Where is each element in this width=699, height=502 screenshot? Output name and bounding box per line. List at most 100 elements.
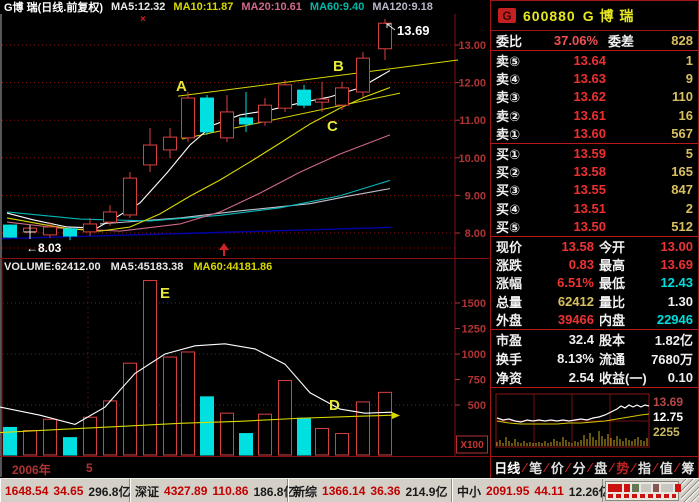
quote-info-row: 换手8.13%流通7680万 bbox=[491, 349, 698, 368]
index-change: 36.36 bbox=[370, 484, 400, 498]
level-price[interactable]: 13.58 bbox=[540, 164, 606, 179]
tab-笔[interactable]: 笔 bbox=[529, 458, 542, 477]
info-label: 现价 bbox=[496, 237, 532, 256]
vol-ma60-line bbox=[0, 415, 392, 432]
ask-row[interactable]: 卖②13.6116 bbox=[491, 106, 698, 124]
level-qty[interactable]: 847 bbox=[610, 182, 693, 197]
level-qty[interactable]: 9 bbox=[610, 71, 693, 86]
tab-盘[interactable]: 盘 bbox=[594, 458, 607, 477]
index-section[interactable]: 新综1366.1436.36214.9亿 bbox=[288, 479, 452, 502]
info-value: 7680万 bbox=[639, 349, 693, 368]
market-heat-indicator bbox=[605, 481, 679, 501]
tab-separator-icon: ∕ bbox=[676, 460, 678, 475]
bid-row[interactable]: 买③13.55 847 bbox=[491, 181, 698, 199]
level-qty[interactable]: 16 bbox=[610, 108, 693, 123]
level-qty[interactable]: 1 bbox=[610, 53, 693, 68]
level-price[interactable]: 13.60 bbox=[540, 126, 606, 141]
mini-trend-chart[interactable]: 13.6912.752255 bbox=[491, 388, 698, 452]
index-section[interactable]: 中小2091.9544.1112.26亿 bbox=[452, 479, 603, 502]
tab-separator-icon: ∕ bbox=[567, 460, 569, 475]
date-axis: 2006年 5 bbox=[0, 458, 455, 477]
price-axis-label: 13.00 bbox=[458, 40, 486, 52]
level-price[interactable]: 13.63 bbox=[540, 71, 606, 86]
bid-row[interactable]: 买⑤13.50512 bbox=[491, 218, 698, 236]
heat-blocks bbox=[608, 484, 681, 492]
stock-code: 600880 bbox=[523, 8, 576, 24]
level-price[interactable]: 13.64 bbox=[540, 53, 606, 68]
index-change: 44.11 bbox=[534, 484, 563, 498]
level-price[interactable]: 13.50 bbox=[540, 219, 606, 234]
level-label: 买③ bbox=[496, 180, 540, 199]
quote-info-row: 市盈32.4股本1.82亿 bbox=[491, 330, 698, 349]
tab-价[interactable]: 价 bbox=[551, 458, 564, 477]
level-price[interactable]: 13.59 bbox=[540, 146, 606, 161]
chart-letter-label: D bbox=[329, 397, 340, 414]
info-value: 6.51% bbox=[532, 275, 594, 290]
tab-分[interactable]: 分 bbox=[573, 458, 586, 477]
chart-letter-label: A bbox=[176, 78, 187, 95]
quote-info-row: 涨幅6.51%最低12.43 bbox=[491, 274, 698, 292]
info-value: 0.10 bbox=[647, 370, 693, 385]
heat-block bbox=[632, 484, 639, 492]
axis-month-label: 5 bbox=[86, 461, 93, 475]
level-qty[interactable]: 2 bbox=[610, 201, 693, 216]
info-label: 净资 bbox=[496, 368, 532, 387]
bid-row[interactable]: 买②13.58165 bbox=[491, 162, 698, 180]
ask-row[interactable]: 卖④13.63 9 bbox=[491, 69, 698, 87]
ask-row[interactable]: 卖①13.60567 bbox=[491, 125, 698, 143]
level-qty[interactable]: 512 bbox=[610, 219, 693, 234]
ma-legend-item: MA5:12.32 bbox=[111, 1, 165, 13]
chart-header: G博 瑞(日线.前复权) MA5:12.32MA10:11.87MA20:10.… bbox=[4, 0, 441, 14]
tab-指[interactable]: 指 bbox=[638, 458, 651, 477]
level-price[interactable]: 13.55 bbox=[540, 182, 606, 197]
stock-terminal-window: G博 瑞(日线.前复权) MA5:12.32MA10:11.87MA20:10.… bbox=[0, 0, 699, 502]
baseline-ma bbox=[2, 227, 392, 238]
ma-legend-item: MA10:11.87 bbox=[173, 1, 233, 13]
info-value: 39466 bbox=[532, 312, 594, 327]
resize-grip-icon[interactable] bbox=[681, 479, 699, 502]
quote-info-row: 外盘39466内盘22946 bbox=[491, 310, 698, 328]
tab-separator-icon: ∕ bbox=[654, 460, 656, 475]
heat-block bbox=[624, 484, 630, 492]
level-price[interactable]: 13.62 bbox=[540, 89, 606, 104]
index-section[interactable]: 1648.5434.65296.8亿 bbox=[0, 479, 130, 502]
main-candlestick-chart[interactable]: 13.0012.0011.0010.009.008.00ABC13.69←8.0… bbox=[0, 14, 490, 258]
volume-axis-label: 1500 bbox=[462, 298, 486, 310]
ma-legend-item: MA60:9.40 bbox=[310, 1, 364, 13]
volume-chart[interactable]: 150012501000750500EDX100 bbox=[0, 258, 490, 458]
info-label: 股本 bbox=[599, 330, 639, 349]
level-qty[interactable]: 110 bbox=[610, 89, 693, 104]
bid-row[interactable]: 买①13.595 bbox=[491, 144, 698, 162]
level-price[interactable]: 13.61 bbox=[540, 108, 606, 123]
ask-row[interactable]: 卖⑤13.641 bbox=[491, 51, 698, 69]
quote-info-row: 现价13.58今开13.00 bbox=[491, 237, 698, 255]
ma5-line bbox=[7, 71, 390, 229]
stock-title: G博 瑞(日线.前复权) bbox=[4, 0, 103, 15]
index-name: 新综 bbox=[293, 483, 317, 500]
level-qty[interactable]: 5 bbox=[610, 146, 693, 161]
info-label: 流通 bbox=[599, 349, 639, 368]
index-amount: 296.8亿 bbox=[88, 483, 130, 500]
info-value: 22946 bbox=[639, 312, 693, 327]
mini-price-line bbox=[497, 405, 649, 422]
tab-日线[interactable]: 日线 bbox=[494, 458, 520, 477]
index-section[interactable]: 深证4327.89110.86186.8亿 bbox=[130, 479, 288, 502]
level-price[interactable]: 13.51 bbox=[540, 201, 606, 216]
ask-row[interactable]: 卖③13.62110 bbox=[491, 88, 698, 106]
ma60-line bbox=[7, 180, 390, 221]
level-qty[interactable]: 165 bbox=[610, 164, 693, 179]
quote-info-row: 净资2.54收益(一)0.10 bbox=[491, 368, 698, 387]
level-label: 卖④ bbox=[496, 69, 540, 88]
bid-row[interactable]: 买④13.512 bbox=[491, 199, 698, 217]
info-value: 32.4 bbox=[532, 332, 594, 347]
view-tabbar: 日线∕笔∕价∕分∕盘∕势∕指∕值∕筹 bbox=[491, 456, 698, 478]
info-value: 0.83 bbox=[532, 257, 594, 272]
tab-值[interactable]: 值 bbox=[660, 458, 673, 477]
info-label: 涨跌 bbox=[496, 255, 532, 274]
low-price-annotation: ←8.03 bbox=[26, 241, 62, 255]
level-qty[interactable]: 567 bbox=[610, 126, 693, 141]
tab-筹[interactable]: 筹 bbox=[682, 458, 695, 477]
ma10-line bbox=[7, 87, 390, 231]
tab-势[interactable]: 势 bbox=[616, 458, 629, 477]
stock-name: G 博 瑞 bbox=[583, 6, 635, 26]
